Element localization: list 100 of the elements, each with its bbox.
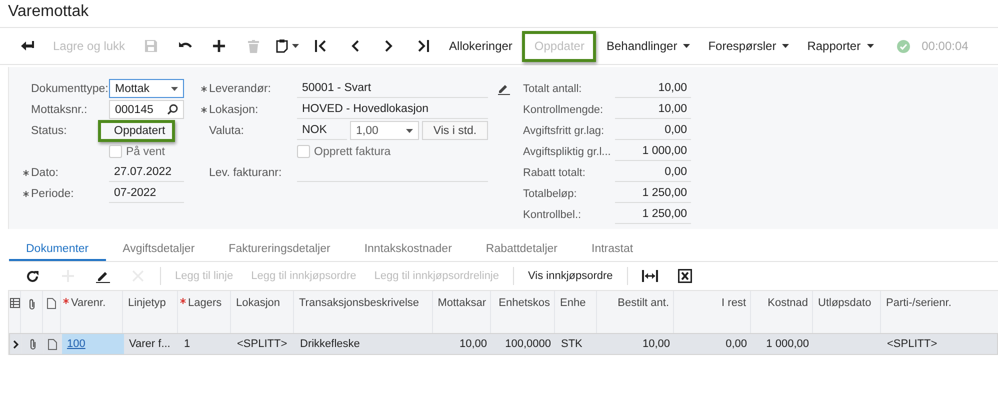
expand-icon[interactable] bbox=[12, 340, 18, 348]
paperclip-icon[interactable] bbox=[28, 338, 36, 350]
refresh-icon bbox=[26, 270, 39, 282]
column-header[interactable]: Utløpsdato bbox=[818, 297, 872, 333]
field-label: Totalt antall: bbox=[523, 82, 583, 94]
tab[interactable]: Faktureringsdetaljer bbox=[212, 239, 348, 261]
column-header[interactable]: Bestilt ant. bbox=[618, 297, 669, 333]
table-cell: Varer f... bbox=[129, 338, 170, 350]
column-header[interactable]: Kostnad bbox=[768, 297, 808, 333]
tab[interactable]: Avgiftsdetaljer bbox=[106, 239, 212, 261]
search-icon bbox=[167, 104, 178, 115]
column-header[interactable]: Parti-/serienr. bbox=[886, 297, 952, 333]
column-header[interactable]: Mottaksar bbox=[438, 297, 486, 333]
table-cell: 10,00 bbox=[642, 338, 670, 350]
tab[interactable]: Rabattdetaljer bbox=[468, 239, 575, 261]
required-icon bbox=[201, 106, 207, 112]
column-header[interactable]: Transaksjonsbeskrivelse bbox=[299, 297, 420, 333]
text-field[interactable]: 50001 - Svart bbox=[297, 79, 488, 98]
field-label: Totalbeløp: bbox=[523, 188, 578, 200]
table-cell: 1 bbox=[184, 338, 190, 350]
document-icon[interactable] bbox=[48, 338, 57, 350]
table-cell: 1 000,00 bbox=[766, 338, 809, 350]
add-icon bbox=[213, 40, 226, 52]
rate-dropdown[interactable]: 1,00 bbox=[350, 121, 419, 140]
field-label: Mottaksnr.: bbox=[31, 104, 88, 116]
toolbar-button[interactable]: Vis innkjøpsordre bbox=[519, 264, 622, 288]
checkbox-label: Opprett faktura bbox=[314, 146, 391, 158]
view-base-currency-button[interactable]: Vis i std. bbox=[422, 121, 488, 140]
table-cell: 0,00 bbox=[726, 338, 747, 350]
fit-width-icon bbox=[642, 270, 658, 282]
table-settings-icon[interactable] bbox=[10, 298, 20, 308]
field-label: Periode: bbox=[31, 188, 74, 200]
total-value: 1 250,00 bbox=[615, 205, 691, 224]
required-icon bbox=[180, 298, 186, 304]
toolbar-button[interactable]: Allokeringer bbox=[441, 31, 520, 61]
total-value: 10,00 bbox=[615, 100, 691, 119]
paperclip-icon bbox=[28, 298, 36, 310]
required-icon bbox=[63, 298, 69, 304]
column-header[interactable]: Lokasjon bbox=[236, 297, 280, 333]
column-header[interactable]: I rest bbox=[722, 297, 746, 333]
table-cell: STK bbox=[561, 338, 582, 350]
caret-icon bbox=[171, 86, 178, 90]
pencil-icon bbox=[96, 270, 110, 282]
total-value: 10,00 bbox=[615, 79, 691, 98]
field-label: Avgiftsfritt gr.lag: bbox=[523, 124, 606, 136]
menu-button[interactable]: Forespørsler bbox=[700, 31, 798, 61]
table-cell: <SPLITT> bbox=[887, 338, 938, 350]
menu-button[interactable]: Behandlinger bbox=[598, 31, 698, 61]
caret-icon bbox=[683, 44, 690, 48]
total-value: 1 250,00 bbox=[615, 184, 691, 203]
currency-field[interactable]: NOK bbox=[297, 121, 347, 140]
excel-export-icon bbox=[678, 269, 692, 283]
lookup-field[interactable]: 000145 bbox=[109, 100, 184, 119]
menu-button[interactable]: Rapporter bbox=[799, 31, 882, 61]
column-header[interactable]: Varenr. bbox=[71, 297, 106, 333]
trash-icon bbox=[248, 40, 259, 52]
total-value: 0,00 bbox=[615, 121, 691, 140]
item-link[interactable]: 100 bbox=[67, 338, 86, 350]
last-page-icon bbox=[417, 40, 430, 52]
back-icon bbox=[20, 40, 34, 52]
dropdown-field[interactable]: Mottak bbox=[109, 79, 184, 98]
table-cell: Drikkefleske bbox=[300, 338, 360, 350]
save-icon bbox=[145, 40, 158, 52]
text-field[interactable]: 07-2022 bbox=[109, 184, 184, 203]
field-label: Kontrollmengde: bbox=[523, 104, 604, 116]
column-header[interactable]: Linjetyp bbox=[128, 297, 166, 333]
text-field[interactable]: 27.07.2022 bbox=[109, 163, 184, 182]
text-field[interactable]: Oppdatert bbox=[98, 120, 175, 142]
field-label: Status: bbox=[31, 124, 67, 136]
field-label: Leverandør: bbox=[209, 82, 272, 94]
caret-icon bbox=[406, 128, 413, 132]
first-page-icon bbox=[315, 40, 328, 52]
required-icon bbox=[23, 190, 29, 196]
table-cell: <SPLITT> bbox=[237, 338, 288, 350]
tab[interactable]: Intrastat bbox=[574, 239, 650, 261]
field-label: Lokasjon: bbox=[209, 104, 258, 116]
chevron-right-icon bbox=[385, 40, 394, 52]
field-label: Kontrollbel.: bbox=[523, 208, 582, 220]
required-icon bbox=[23, 170, 29, 176]
table-row[interactable]: 100 Varer f... 1 <SPLITT> Drikkefleske 10,00 100,0000 STK 10,00 0,00 1 000,00 <SPLITT> bbox=[9, 333, 998, 355]
field-label: Dato: bbox=[31, 166, 58, 178]
column-header[interactable]: Lagers bbox=[188, 297, 222, 333]
total-value: 0,00 bbox=[615, 163, 691, 182]
field-label: Valuta: bbox=[209, 124, 244, 136]
field-label: Rabatt totalt: bbox=[523, 166, 586, 178]
total-value: 1 000,00 bbox=[615, 142, 691, 161]
clipboard-icon bbox=[276, 39, 288, 53]
caret-icon bbox=[292, 44, 299, 48]
elapsed-time: 00:00:04 bbox=[922, 39, 968, 53]
tab[interactable]: Inntakskostnader bbox=[347, 239, 469, 261]
column-header[interactable]: Enhetskos bbox=[498, 297, 550, 333]
document-icon bbox=[47, 298, 56, 309]
caret-icon bbox=[782, 44, 790, 48]
window-title: Varemottak bbox=[7, 2, 90, 22]
pencil-icon[interactable] bbox=[498, 82, 510, 94]
field-label: Avgiftspliktig gr.l... bbox=[523, 146, 612, 158]
column-header[interactable]: Enhe bbox=[560, 297, 586, 333]
text-field[interactable]: HOVED - Hovedlokasjon bbox=[297, 100, 488, 119]
tab[interactable]: Dokumenter bbox=[9, 239, 106, 261]
table-cell: 10,00 bbox=[459, 338, 487, 350]
